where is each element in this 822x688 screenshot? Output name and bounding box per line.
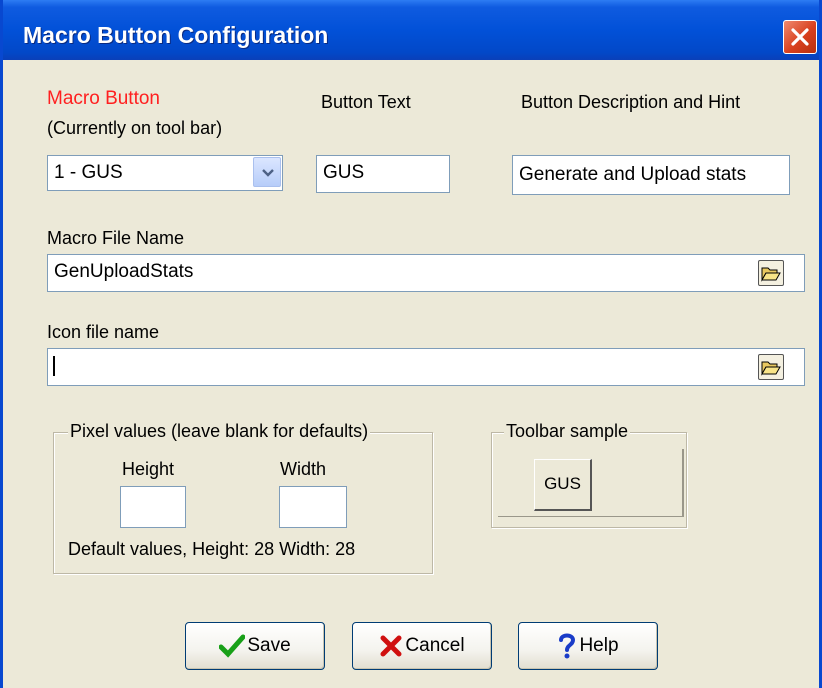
title-bar[interactable]: Macro Button Configuration (3, 0, 819, 60)
description-label: Button Description and Hint (521, 92, 741, 112)
toolbar-sample-group: Toolbar sample GUS (491, 421, 687, 528)
help-button[interactable]: Help (518, 622, 658, 670)
close-button[interactable] (783, 20, 817, 54)
dropdown-button[interactable] (253, 157, 281, 187)
macro-button-select[interactable]: 1 - GUS (47, 155, 283, 191)
checkmark-icon (219, 634, 246, 658)
button-text-input[interactable]: GUS (316, 155, 450, 193)
save-button[interactable]: Save (185, 622, 325, 670)
toolbar-sample-button: GUS (534, 459, 592, 511)
text-caret (53, 356, 55, 376)
description-input[interactable]: Generate and Upload stats (512, 155, 790, 195)
help-label: Help (579, 635, 619, 656)
pixel-values-title: Pixel values (leave blank for defaults) (68, 421, 371, 442)
macro-file-value: GenUploadStats (54, 261, 194, 282)
default-values-text: Default values, Height: 28 Width: 28 (68, 539, 356, 559)
dialog-window: Macro Button Configuration Macro Button … (0, 0, 822, 688)
macro-button-selected-value: 1 - GUS (54, 162, 123, 183)
description-value: Generate and Upload stats (519, 164, 747, 185)
close-icon (791, 28, 809, 46)
width-input[interactable] (279, 486, 347, 528)
question-icon (559, 633, 576, 659)
x-cancel-icon (380, 635, 402, 657)
window-title: Macro Button Configuration (23, 22, 329, 48)
macro-file-label: Macro File Name (47, 228, 185, 248)
dropdown-arrow-icon (262, 169, 274, 177)
save-label: Save (247, 635, 291, 656)
icon-file-input[interactable] (47, 348, 805, 386)
macro-file-input[interactable]: GenUploadStats (47, 254, 805, 292)
folder-open-icon (761, 361, 781, 376)
macro-button-label: Macro Button (47, 88, 160, 109)
macro-button-sublabel: (Currently on tool bar) (47, 118, 223, 138)
macro-file-browse-button[interactable] (758, 260, 784, 286)
folder-open-icon (761, 267, 781, 282)
toolbar-sample-title: Toolbar sample (504, 421, 631, 442)
cancel-button[interactable]: Cancel (352, 622, 492, 670)
button-text-label: Button Text (321, 92, 411, 112)
icon-file-label: Icon file name (47, 322, 160, 342)
button-text-value: GUS (323, 162, 365, 183)
width-label: Width (280, 459, 327, 479)
cancel-label: Cancel (405, 635, 465, 656)
icon-file-browse-button[interactable] (758, 354, 784, 380)
height-label: Height (122, 459, 175, 479)
toolbar-sample-area: GUS (498, 449, 684, 517)
height-input[interactable] (120, 486, 186, 528)
pixel-values-group: Pixel values (leave blank for defaults) … (53, 421, 433, 574)
